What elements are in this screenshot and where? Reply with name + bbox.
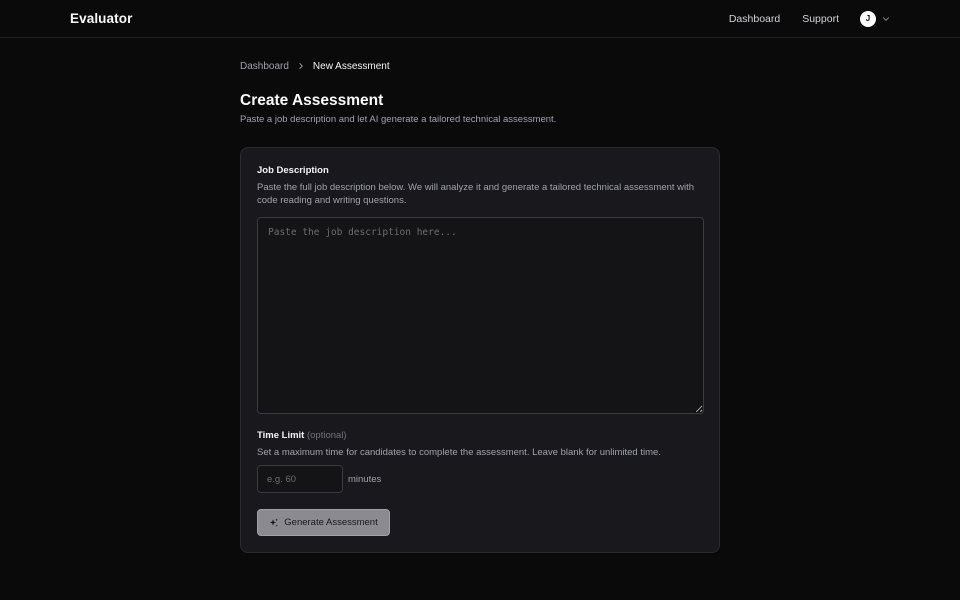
main-content: Dashboard New Assessment Create Assessme… xyxy=(240,59,720,553)
top-nav: Dashboard Support J xyxy=(729,10,890,27)
job-description-help: Paste the full job description below. We… xyxy=(257,182,695,206)
time-limit-label: Time Limit (optional) xyxy=(257,430,703,441)
job-description-label: Job Description xyxy=(257,165,329,176)
breadcrumb-dashboard-link[interactable]: Dashboard xyxy=(240,61,289,72)
nav-support-link[interactable]: Support xyxy=(802,13,839,25)
generate-assessment-button[interactable]: Generate Assessment xyxy=(257,509,390,536)
user-menu-button[interactable]: J xyxy=(860,10,890,27)
sparkles-icon xyxy=(269,518,279,528)
time-limit-label-text: Time Limit xyxy=(257,430,305,441)
generate-button-label: Generate Assessment xyxy=(284,517,378,528)
time-limit-row: minutes xyxy=(257,465,703,493)
optional-tag: (optional) xyxy=(306,430,347,441)
time-limit-input[interactable] xyxy=(257,465,343,493)
page-title: Create Assessment xyxy=(240,92,384,109)
chevron-down-icon xyxy=(882,15,890,23)
assessment-form-card: Job Description Paste the full job descr… xyxy=(240,147,720,553)
time-limit-help: Set a maximum time for candidates to com… xyxy=(257,447,661,458)
nav-dashboard-link[interactable]: Dashboard xyxy=(729,13,780,25)
chevron-right-icon xyxy=(297,62,305,70)
breadcrumb: Dashboard New Assessment xyxy=(240,59,720,73)
top-bar: Evaluator Dashboard Support J xyxy=(0,0,960,38)
avatar[interactable]: J xyxy=(860,10,876,27)
breadcrumb-current: New Assessment xyxy=(312,60,390,72)
job-description-textarea[interactable] xyxy=(257,217,704,414)
app-brand[interactable]: Evaluator xyxy=(70,11,132,26)
time-unit-label: minutes xyxy=(348,473,382,485)
page-subtitle: Paste a job description and let AI gener… xyxy=(240,114,557,125)
time-limit-section: Time Limit (optional) Set a maximum time… xyxy=(257,430,703,493)
